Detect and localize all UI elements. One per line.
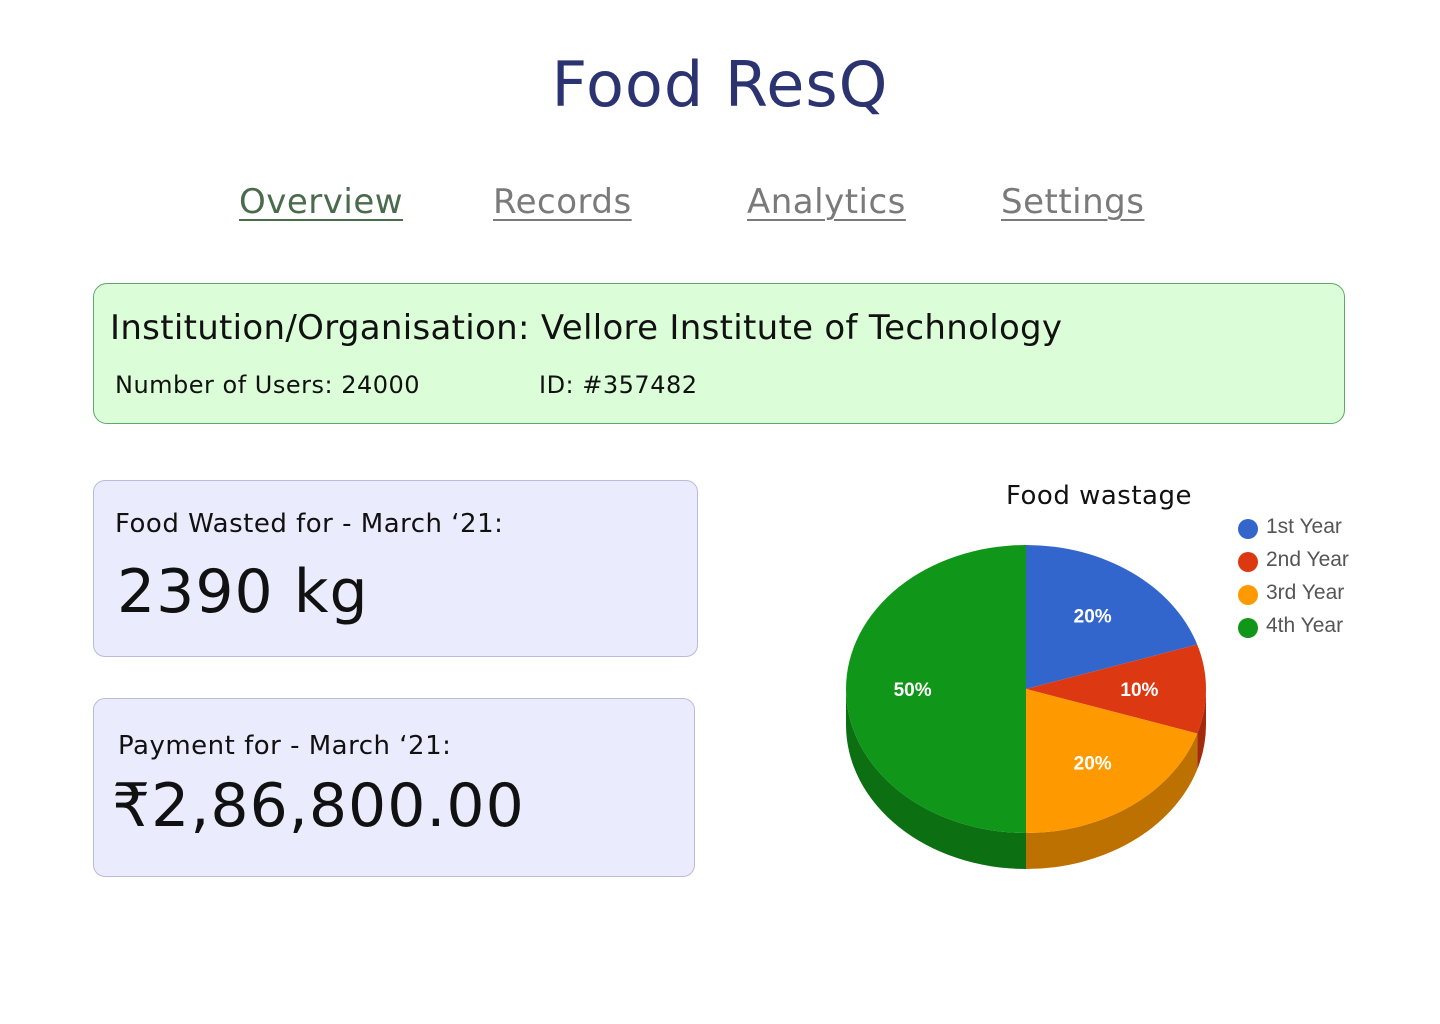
legend-swatch	[1238, 552, 1258, 572]
legend-label: 1st Year	[1266, 515, 1342, 538]
food-wastage-pie-chart: 20% 10% 20% 50%	[846, 545, 1206, 869]
legend-swatch	[1238, 519, 1258, 539]
legend-label: 3rd Year	[1266, 581, 1345, 604]
pie-label-3rd-year: 20%	[1074, 753, 1112, 774]
pie-label-2nd-year: 10%	[1120, 680, 1158, 701]
legend-swatch	[1238, 585, 1258, 605]
legend-swatch	[1238, 618, 1258, 638]
legend-label: 4th Year	[1266, 614, 1344, 637]
pie-label-4th-year: 50%	[894, 680, 932, 701]
pie-label-1st-year: 20%	[1074, 607, 1112, 628]
legend-label: 2nd Year	[1266, 548, 1349, 571]
